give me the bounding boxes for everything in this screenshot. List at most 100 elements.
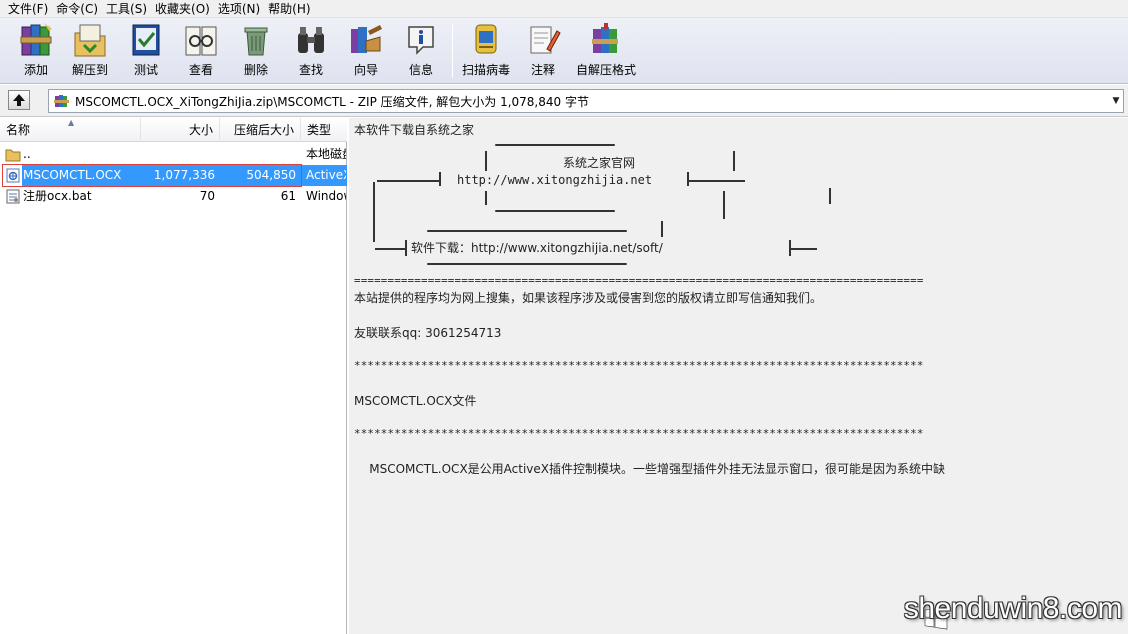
box-art-line xyxy=(733,151,735,171)
address-bar: MSCOMCTL.OCX_XiTongZhiJia.zip\MSCOMCTL -… xyxy=(0,85,1128,117)
red-annotation-box xyxy=(2,164,302,187)
box-art-line xyxy=(375,248,405,250)
archive-books-icon xyxy=(18,21,54,59)
box-art-line xyxy=(723,191,725,219)
column-size-label: 大小 xyxy=(188,123,213,137)
file-type: Windows xyxy=(306,189,346,203)
file-list: 名称 ▲ 大小 压缩后大小 类型 .. 本地磁盘 MSCOMCTL.OCX 1,… xyxy=(0,118,347,634)
soft-download-url: 软件下载：http://www.xitongzhijia.net/soft/ xyxy=(411,241,663,255)
address-dropdown-icon[interactable]: ▼ xyxy=(1109,96,1123,106)
info-button[interactable]: 信息 xyxy=(395,21,447,81)
address-path: MSCOMCTL.OCX_XiTongZhiJia.zip\MSCOMCTL -… xyxy=(75,94,589,109)
find-label: 查找 xyxy=(298,63,323,77)
menu-tools[interactable]: 工具(S) xyxy=(102,0,151,18)
view-button[interactable]: 查看 xyxy=(175,21,227,81)
divider-line: ========================================… xyxy=(354,274,924,287)
view-label: 查看 xyxy=(188,63,213,77)
box-art-line xyxy=(485,151,487,171)
test-checkmark-icon xyxy=(128,21,164,59)
box-art-line xyxy=(661,221,663,237)
box-art-line xyxy=(439,172,441,186)
column-type[interactable]: 类型 xyxy=(301,118,347,142)
delete-label: 删除 xyxy=(243,63,268,77)
file-packed-size: 61 xyxy=(280,189,296,203)
extract-folder-icon xyxy=(72,21,108,59)
column-packed-label: 压缩后大小 xyxy=(233,123,294,137)
batch-file-icon xyxy=(6,189,20,204)
address-field[interactable]: MSCOMCTL.OCX_XiTongZhiJia.zip\MSCOMCTL -… xyxy=(48,89,1124,113)
comment-button[interactable]: 注释 xyxy=(517,21,569,81)
column-type-label: 类型 xyxy=(307,123,332,137)
toolbar-separator xyxy=(452,24,453,78)
stars-line: ****************************************… xyxy=(354,427,924,440)
sfx-label: 自解压格式 xyxy=(575,63,636,77)
box-art-line xyxy=(687,172,689,186)
test-label: 测试 xyxy=(133,63,158,77)
box-art-line xyxy=(791,248,817,250)
sort-ascending-icon: ▲ xyxy=(68,118,75,127)
virus-scan-label: 扫描病毒 xyxy=(461,63,510,77)
contact-text: 友联联系qq: 3061254713 xyxy=(354,326,502,340)
folder-icon xyxy=(5,149,21,162)
file-title: MSCOMCTL.OCX文件 xyxy=(354,394,477,408)
add-button[interactable]: 添加 xyxy=(10,21,62,81)
virus-scan-button[interactable]: 扫描病毒 xyxy=(458,21,514,81)
menu-favorites[interactable]: 收藏夹(O) xyxy=(151,0,214,18)
description-text: MSCOMCTL.OCX是公用ActiveX插件控制模块。一些增强型插件外挂无法… xyxy=(354,462,946,476)
delete-button[interactable]: 删除 xyxy=(230,21,282,81)
binoculars-icon xyxy=(293,21,329,59)
box-art-line xyxy=(377,180,439,182)
up-folder-button[interactable] xyxy=(8,90,30,110)
column-packed[interactable]: 压缩后大小 xyxy=(220,118,301,142)
box-art-line xyxy=(373,182,375,242)
box-art-line xyxy=(495,144,615,146)
comment-pencil-icon xyxy=(525,21,561,59)
extract-to-label: 解压到 xyxy=(71,63,108,77)
extract-to-button[interactable]: 解压到 xyxy=(64,21,116,81)
disclaimer-text: 本站提供的程序均为网上搜集，如果该程序涉及或侵害到您的版权请立即写信通知我们。 xyxy=(354,291,823,305)
file-name: 注册ocx.bat xyxy=(23,189,92,203)
box-art-line xyxy=(405,240,407,256)
menu-file[interactable]: 文件(F) xyxy=(4,0,52,18)
site-url: http://www.xitongzhijia.net xyxy=(457,173,653,187)
column-size[interactable]: 大小 xyxy=(141,118,220,142)
box-art-line xyxy=(829,188,831,204)
list-item[interactable]: 注册ocx.bat 70 61 Windows xyxy=(0,186,347,207)
box-art-line xyxy=(427,230,627,232)
list-item[interactable]: .. 本地磁盘 xyxy=(0,144,347,165)
add-label: 添加 xyxy=(23,63,48,77)
wizard-label: 向导 xyxy=(353,63,378,77)
wizard-icon xyxy=(348,21,384,59)
menu-help[interactable]: 帮助(H) xyxy=(264,0,314,18)
menu-bar: 文件(F) 命令(C) 工具(S) 收藏夹(O) 选项(N) 帮助(H) xyxy=(0,0,1128,18)
file-size: 70 xyxy=(199,189,215,203)
recycle-bin-icon xyxy=(238,21,274,59)
up-arrow-icon xyxy=(13,94,25,106)
file-name: .. xyxy=(23,147,31,161)
view-glasses-icon xyxy=(183,21,219,59)
box-art-line xyxy=(485,191,487,205)
column-name-label: 名称 xyxy=(6,123,31,137)
viewer-heading: 本软件下载自系统之家 xyxy=(354,123,475,137)
wizard-button[interactable]: 向导 xyxy=(340,21,392,81)
stars-line: ****************************************… xyxy=(354,359,924,372)
column-name[interactable]: 名称 ▲ xyxy=(0,118,141,142)
virus-scan-icon xyxy=(468,21,504,59)
menu-command[interactable]: 命令(C) xyxy=(52,0,102,18)
site-name: 系统之家官网 xyxy=(563,156,636,170)
sfx-button[interactable]: 自解压格式 xyxy=(575,21,637,81)
info-label: 信息 xyxy=(408,63,433,77)
comment-label: 注释 xyxy=(530,63,555,77)
file-type: 本地磁盘 xyxy=(306,147,346,161)
watermark: shenduwin8.com xyxy=(903,592,1123,625)
box-art-line xyxy=(495,210,615,212)
menu-options[interactable]: 选项(N) xyxy=(214,0,264,18)
sfx-archive-icon xyxy=(588,21,624,59)
file-type: ActiveX xyxy=(306,168,346,182)
find-button[interactable]: 查找 xyxy=(285,21,337,81)
box-art-line xyxy=(689,180,745,182)
test-button[interactable]: 测试 xyxy=(120,21,172,81)
info-icon xyxy=(403,21,439,59)
toolbar: 添加 解压到 测试 查看 删除 查找 向导 信息 扫描病毒 注释 自解压格式 xyxy=(0,18,1128,84)
comment-viewer: 本软件下载自系统之家 系统之家官网 http://www.xitongzhiji… xyxy=(348,118,1128,634)
